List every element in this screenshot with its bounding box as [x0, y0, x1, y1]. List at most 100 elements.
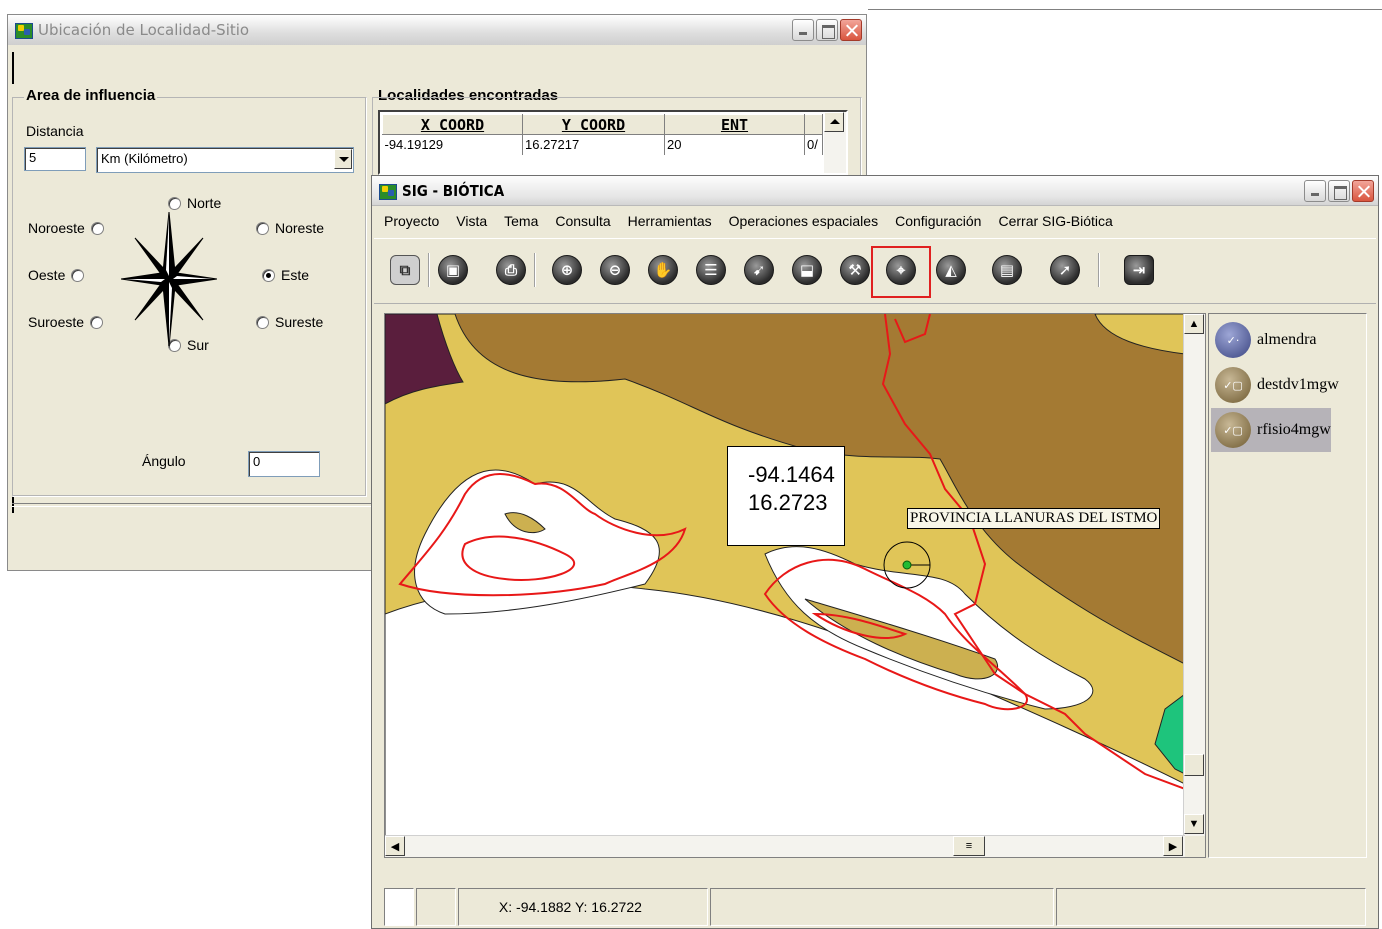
menu-vista[interactable]: Vista — [456, 213, 487, 229]
column-header-x[interactable]: X COORD — [382, 114, 523, 135]
status-panel-blank — [415, 888, 456, 926]
radio-oeste-label: Oeste — [28, 267, 66, 283]
save-icon[interactable]: ▣ — [438, 255, 468, 285]
column-header-ent[interactable]: ENT — [664, 114, 805, 135]
exit-icon[interactable]: ⇥ — [1124, 255, 1154, 285]
status-panel-right — [1056, 888, 1366, 926]
angle-input[interactable]: 0 — [248, 451, 320, 477]
menu-configuracion[interactable]: Configuración — [895, 213, 981, 229]
map-vertical-scrollbar[interactable]: ▲ ▼ — [1183, 314, 1205, 836]
radio-norte[interactable]: Norte — [168, 195, 221, 211]
radio-suroeste-label: Suroeste — [28, 314, 85, 330]
identify-icon[interactable]: ➹ — [744, 255, 774, 285]
layer-item-almendra[interactable]: ✓· almendra — [1211, 318, 1317, 362]
status-swatch — [384, 888, 414, 926]
popup-latitude: 16.2723 — [748, 490, 828, 515]
app-icon — [378, 182, 397, 200]
pan-hand-icon[interactable]: ✋ — [648, 255, 678, 285]
menu-cerrar[interactable]: Cerrar SIG-Biótica — [998, 213, 1112, 229]
polygon-tool-icon[interactable]: ◭ — [936, 255, 966, 285]
radio-sureste[interactable]: Sureste — [256, 314, 323, 330]
radio-oeste[interactable]: Oeste — [28, 267, 85, 283]
zoom-in-icon[interactable]: ⊕ — [552, 255, 582, 285]
close-button[interactable] — [1352, 180, 1374, 202]
column-header-extra — [804, 114, 823, 135]
background-divider-line — [868, 9, 1382, 10]
radio-suroeste[interactable]: Suroeste — [28, 314, 104, 330]
scroll-up-arrow-icon[interactable] — [824, 112, 844, 132]
menu-consulta[interactable]: Consulta — [555, 213, 610, 229]
layers-icon[interactable]: ☰ — [696, 255, 726, 285]
radio-circle[interactable] — [256, 315, 269, 329]
menu-proyecto[interactable]: Proyecto — [384, 213, 439, 229]
menu-herramientas[interactable]: Herramientas — [628, 213, 712, 229]
scroll-right-arrow-icon[interactable]: ▶ — [1163, 836, 1183, 856]
radio-noroeste-label: Noroeste — [28, 220, 85, 236]
table-scrollbar[interactable] — [824, 112, 846, 173]
select-icon[interactable]: ⬓ — [792, 255, 822, 285]
cell-x[interactable]: -94.19129 — [382, 134, 523, 155]
radio-noreste[interactable]: Noreste — [256, 220, 324, 236]
cell-extra[interactable]: 0/ — [804, 134, 823, 155]
radio-este[interactable]: Este — [262, 267, 309, 283]
polygon-layer-icon[interactable]: ✓▢ — [1215, 367, 1251, 403]
distance-input[interactable]: 5 — [24, 147, 86, 171]
map-canvas[interactable] — [385, 314, 1185, 836]
radio-circle-selected[interactable] — [262, 268, 275, 282]
angle-label: Ángulo — [142, 453, 186, 469]
compass-rose-icon — [121, 212, 217, 346]
column-header-y[interactable]: Y COORD — [522, 114, 665, 135]
window-title: SIG - BIÓTICA — [402, 181, 505, 200]
locate-crosshair-icon[interactable]: ⌖ — [886, 255, 916, 285]
radio-este-label: Este — [281, 267, 310, 283]
close-button[interactable] — [840, 19, 862, 41]
point-layer-icon[interactable]: ✓· — [1215, 322, 1251, 358]
area-influencia-legend: Area de influencia — [24, 87, 158, 104]
map-horizontal-scrollbar[interactable]: ◀ ≡ ▶ — [385, 835, 1185, 857]
scroll-up-arrow-icon[interactable]: ▲ — [1184, 314, 1204, 334]
toolbar-separator — [534, 253, 536, 287]
menu-tema[interactable]: Tema — [504, 213, 538, 229]
radio-sureste-label: Sureste — [275, 314, 324, 330]
minimize-button[interactable] — [792, 19, 814, 41]
sig-titlebar[interactable]: SIG - BIÓTICA — [372, 176, 1378, 206]
layer-name: rfisio4mgw — [1257, 421, 1331, 438]
arrow-tool-icon[interactable]: ➚ — [1050, 255, 1080, 285]
radio-circle[interactable] — [256, 221, 269, 235]
hammer-icon[interactable]: ⚒ — [840, 255, 870, 285]
localidades-table[interactable]: X COORD Y COORD ENT -94.19129 16.27217 2… — [378, 110, 848, 175]
map-view[interactable]: -94.1464 16.2723 PROVINCIA LLANURAS DEL … — [384, 313, 1206, 858]
table-row[interactable]: -94.19129 16.27217 20 0/ — [382, 134, 823, 155]
menu-bar: Proyecto Vista Tema Consulta Herramienta… — [374, 207, 1376, 235]
scroll-down-arrow-icon[interactable]: ▼ — [1184, 814, 1204, 834]
chevron-down-icon[interactable] — [334, 149, 352, 169]
radio-circle[interactable] — [90, 315, 104, 329]
radio-circle[interactable] — [168, 196, 181, 210]
minimize-button[interactable] — [1304, 180, 1326, 202]
menu-operaciones-espaciales[interactable]: Operaciones espaciales — [729, 213, 878, 229]
radio-noroeste[interactable]: Noroeste — [28, 220, 104, 236]
radio-circle[interactable] — [71, 268, 85, 282]
new-project-icon[interactable]: ⧉ — [390, 255, 420, 285]
polygon-layer-icon[interactable]: ✓▢ — [1215, 412, 1251, 448]
scroll-thumb[interactable]: ≡ — [953, 836, 985, 856]
ubicacion-titlebar[interactable]: Ubicación de Localidad-Sitio — [8, 15, 866, 45]
scroll-thumb[interactable] — [1184, 754, 1204, 776]
status-panel-middle — [709, 888, 1055, 926]
label-tool-icon[interactable]: ▤ — [992, 255, 1022, 285]
cell-y[interactable]: 16.27217 — [522, 134, 665, 155]
popup-longitude: -94.1464 — [748, 462, 835, 487]
cell-ent[interactable]: 20 — [664, 134, 805, 155]
radio-circle[interactable] — [90, 221, 104, 235]
distance-label: Distancia — [26, 123, 84, 139]
located-point — [902, 560, 912, 570]
maximize-button[interactable] — [816, 19, 838, 41]
unit-select[interactable]: Km (Kilómetro) — [96, 147, 354, 173]
maximize-button[interactable] — [1328, 180, 1350, 202]
zoom-out-icon[interactable]: ⊖ — [600, 255, 630, 285]
layer-item-destdv1mgw[interactable]: ✓▢ destdv1mgw — [1211, 363, 1339, 407]
layer-item-rfisio4mgw[interactable]: ✓▢ rfisio4mgw — [1211, 408, 1331, 452]
unit-select-value: Km (Kilómetro) — [101, 151, 188, 166]
print-icon[interactable]: ⎙ — [496, 255, 526, 285]
scroll-left-arrow-icon[interactable]: ◀ — [385, 836, 405, 856]
